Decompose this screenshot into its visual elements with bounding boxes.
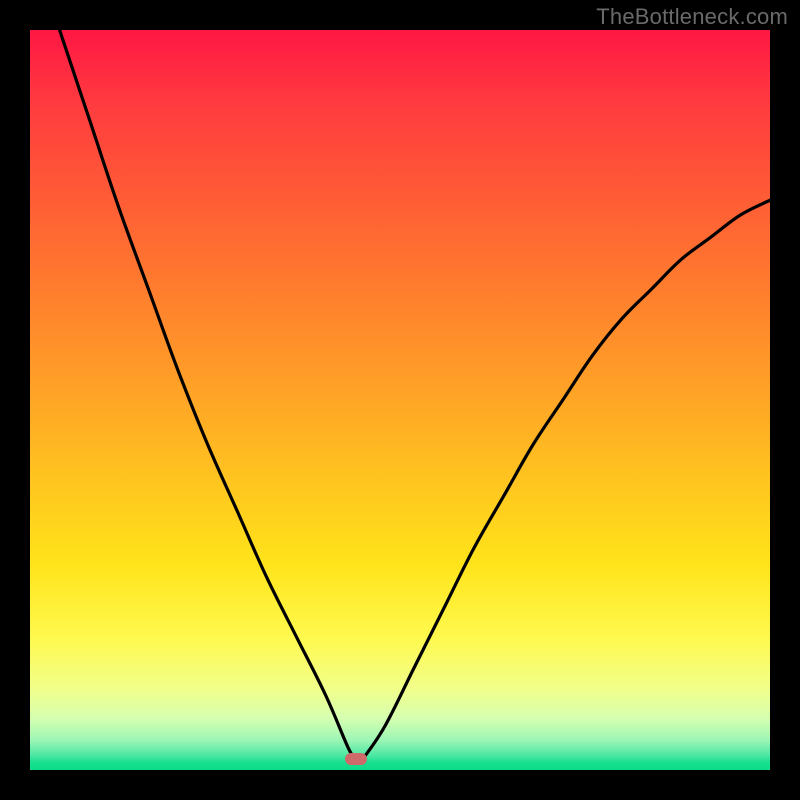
chart-frame: TheBottleneck.com [0,0,800,800]
curve-right-branch [363,200,770,759]
optimal-marker [345,753,367,765]
watermark-text: TheBottleneck.com [596,4,788,30]
curve-left-branch [60,30,356,759]
bottleneck-curve [30,30,770,770]
plot-area [30,30,770,770]
